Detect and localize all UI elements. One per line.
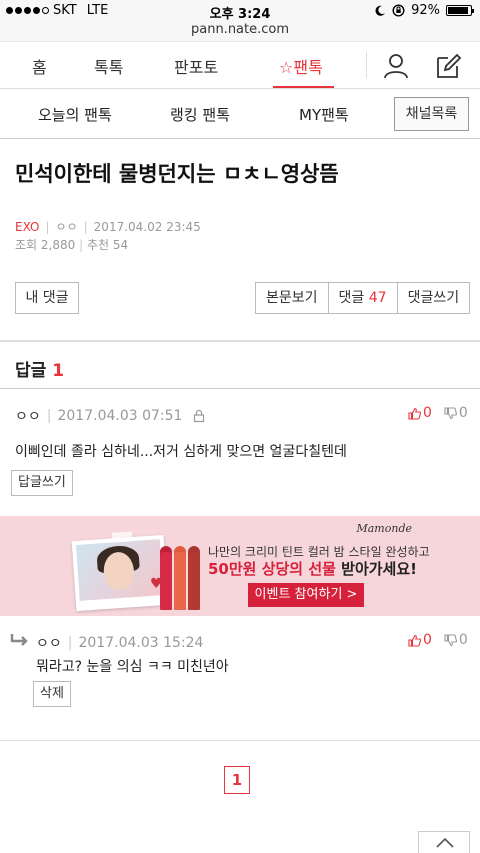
ad-banner[interactable]: Mamonde ♥ 나만의 크리미 틴트 컬러 밤 스타일 완성하고 50만원 … xyxy=(0,516,480,616)
global-nav: 홈 톡톡 판포토 ☆팬톡 xyxy=(0,42,480,89)
nav-home[interactable]: 홈 xyxy=(32,54,47,78)
ad-brand-logo: Mamonde xyxy=(356,522,412,535)
downvote-count: 0 xyxy=(458,632,468,648)
nav-pannphoto[interactable]: 판포토 xyxy=(174,54,218,78)
nav-divider xyxy=(366,52,367,78)
ad-copy-rest: 받아가세요! xyxy=(335,560,417,578)
subnav-my-fantalk[interactable]: MY팬톡 xyxy=(299,104,349,125)
upvote-button[interactable]: 0 xyxy=(408,632,432,648)
nav-active-indicator xyxy=(273,86,334,88)
battery-percent: 92% xyxy=(411,3,440,18)
replies-label: 답글 xyxy=(15,361,47,381)
lock-icon xyxy=(194,409,205,423)
sub-nav: 오늘의 팬톡 랭킹 팬톡 MY팬톡 채널목록 xyxy=(0,89,480,139)
heart-icon: ♥ xyxy=(150,576,163,592)
downvote-button[interactable]: 0 xyxy=(444,632,468,648)
ad-copy-line2: 50만원 상당의 선물 받아가세요! xyxy=(208,558,417,579)
delete-button[interactable]: 삭제 xyxy=(33,681,71,707)
thumbs-down-icon xyxy=(444,633,457,646)
page-number-current[interactable]: 1 xyxy=(224,766,250,794)
reply-meta: ㅇㅇ | 2017.04.03 15:24 xyxy=(36,633,203,653)
upvote-count: 0 xyxy=(423,632,432,648)
user-icon[interactable] xyxy=(382,52,410,80)
chevron-up-icon xyxy=(436,837,454,848)
meta-divider: | xyxy=(79,238,87,252)
subnav-ranking-fantalk[interactable]: 랭킹 팬톡 xyxy=(170,104,230,125)
moon-icon xyxy=(375,5,386,16)
comment-votes: 0 0 xyxy=(408,405,468,421)
ad-copy-highlight: 50만원 상당의 선물 xyxy=(208,560,336,578)
upvote-button[interactable]: 0 xyxy=(408,405,432,421)
meta-divider: | xyxy=(46,408,52,424)
post-recommend: 추천 54 xyxy=(86,238,129,252)
comments-count: 47 xyxy=(368,290,387,306)
comment-date: 2017.04.03 07:51 xyxy=(57,408,183,424)
view-body-button[interactable]: 본문보기 xyxy=(256,283,329,313)
meta-divider: | xyxy=(83,219,88,234)
ad-photo xyxy=(71,534,169,612)
reply-author: ㅇㅇ xyxy=(36,636,62,652)
scroll-top-button[interactable] xyxy=(418,831,470,853)
lipstick-product xyxy=(174,552,186,610)
post-views: 조회 2,880 xyxy=(15,238,76,252)
comments-label: 댓글 xyxy=(338,290,365,306)
replies-header-divider xyxy=(0,388,480,389)
comment-meta: ㅇㅇ | 2017.04.03 07:51 xyxy=(15,406,206,426)
meta-divider: | xyxy=(45,219,50,234)
lipstick-product xyxy=(188,552,200,610)
subnav-today-fantalk[interactable]: 오늘의 팬톡 xyxy=(38,104,112,125)
downvote-count: 0 xyxy=(458,405,468,421)
reply-text: 뭐라고? 눈을 의심 ㅋㅋ 미친년아 xyxy=(36,659,229,675)
thumbs-up-icon xyxy=(408,407,421,420)
nav-toktok[interactable]: 톡톡 xyxy=(94,54,123,78)
reply-votes: 0 0 xyxy=(408,632,468,648)
ad-cta-button[interactable]: 이벤트 참여하기 > xyxy=(248,583,364,607)
reply-write-button[interactable]: 답글쓰기 xyxy=(11,470,73,496)
thumbs-down-icon xyxy=(444,406,457,419)
reply-arrow-icon xyxy=(10,634,28,646)
comment-author: ㅇㅇ xyxy=(15,409,41,425)
reply-date: 2017.04.03 15:24 xyxy=(78,635,204,651)
rotation-lock-icon xyxy=(392,4,405,17)
comments-button[interactable]: 댓글 47 xyxy=(329,283,398,313)
post-meta: EXO | ㅇㅇ | 2017.04.02 23:45 xyxy=(15,218,201,235)
channel-link[interactable]: EXO xyxy=(15,220,39,234)
post-title: 민석이한테 물병던지는 ㅁㅊㄴ영상뜸 xyxy=(15,162,339,186)
comment-text: 이삐인데 졸라 심하네...저거 심하게 맞으면 얼굴다칠텐데 xyxy=(15,444,347,460)
meta-divider: | xyxy=(67,635,73,651)
battery-icon xyxy=(446,5,474,16)
thumbs-up-icon xyxy=(408,634,421,647)
upvote-count: 0 xyxy=(423,405,432,421)
ad-photo-tape xyxy=(111,531,133,543)
url-bar[interactable]: pann.nate.com xyxy=(0,22,480,42)
comment-button-group: 본문보기 댓글 47 댓글쓰기 xyxy=(255,282,471,314)
ad-cta-label: 이벤트 참여하기 xyxy=(254,587,343,602)
replies-count: 1 xyxy=(52,361,65,381)
downvote-button[interactable]: 0 xyxy=(444,405,468,421)
section-divider xyxy=(0,340,480,342)
status-bar: SKT LTE 오후 3:24 92% xyxy=(0,0,480,22)
write-comment-button[interactable]: 댓글쓰기 xyxy=(398,283,470,313)
post-date: 2017.04.02 23:45 xyxy=(93,219,201,234)
channel-list-button[interactable]: 채널목록 xyxy=(394,97,469,131)
chevron-right-icon: > xyxy=(346,587,358,602)
replies-header: 답글 1 xyxy=(15,356,64,381)
nav-fantalk[interactable]: ☆팬톡 xyxy=(279,54,323,78)
list-end-divider xyxy=(0,740,480,741)
my-comment-button[interactable]: 내 댓글 xyxy=(15,282,79,314)
write-icon[interactable] xyxy=(434,52,462,80)
post-author: ㅇㅇ xyxy=(55,220,78,234)
post-stats: 조회 2,880 | 추천 54 xyxy=(15,236,128,253)
